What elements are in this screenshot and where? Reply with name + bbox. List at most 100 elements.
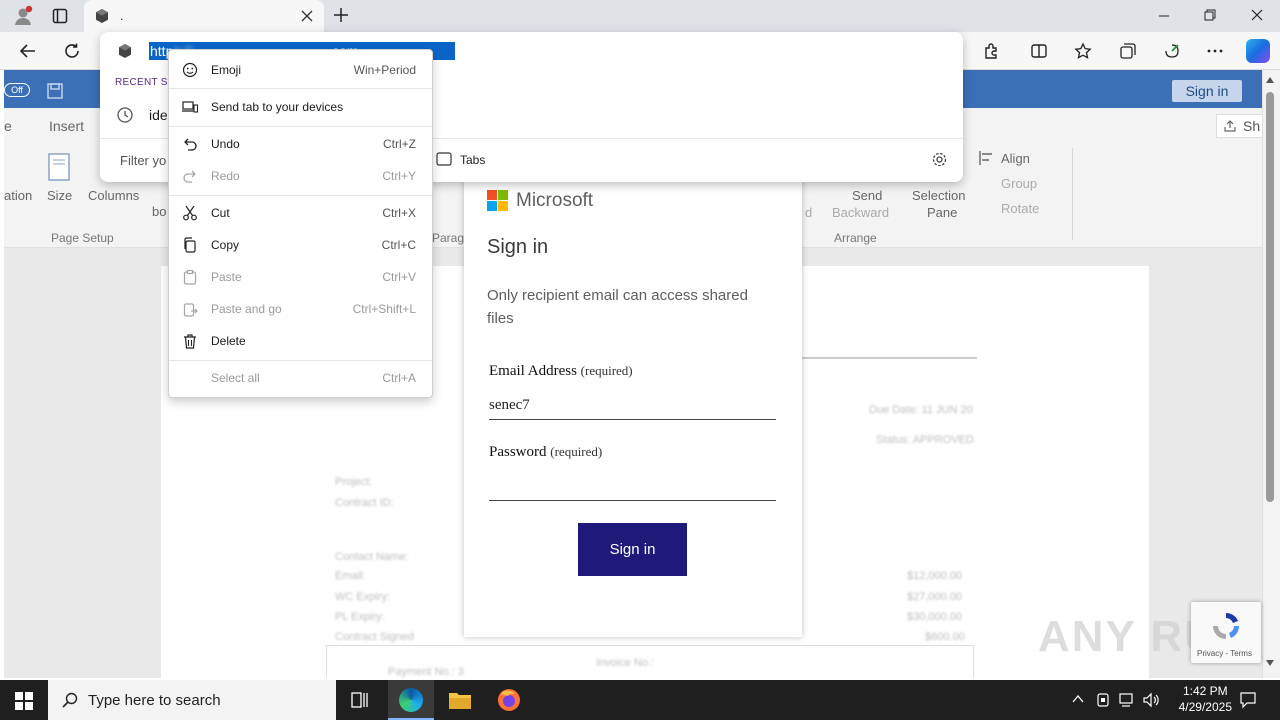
taskbar-clock[interactable]: 1:42 PM 4/29/2025	[1179, 683, 1232, 715]
doc-rule	[802, 357, 977, 359]
menu-item-copy[interactable]: Copy Ctrl+C	[169, 232, 432, 258]
recaptcha-badge[interactable]: Privacy - Terms	[1191, 602, 1261, 663]
ribbon-align[interactable]: Align	[1001, 151, 1030, 166]
favorites-icon[interactable]	[1069, 37, 1097, 65]
tab-title: .	[120, 9, 124, 23]
menu-item-paste[interactable]: Paste Ctrl+V	[169, 264, 432, 290]
recent-searches-header: RECENT SE	[115, 77, 175, 88]
network-icon[interactable]	[1118, 692, 1136, 708]
history-suggestion[interactable]: ide	[149, 107, 168, 123]
ribbon-selection-pane-1[interactable]: Selection	[912, 188, 965, 203]
context-menu: Emoji Win+Period Send tab to your device…	[168, 49, 433, 398]
tab-close-icon[interactable]	[300, 9, 314, 23]
more-options-icon[interactable]	[1201, 37, 1229, 65]
menu-shortcut: Ctrl+Z	[383, 137, 416, 151]
tabs-filter-chip[interactable]: Tabs	[460, 153, 485, 167]
save-icon[interactable]	[46, 82, 64, 100]
menu-item-emoji[interactable]: Emoji Win+Period	[169, 57, 432, 83]
doc-contract-id: Contract ID:	[335, 497, 394, 509]
split-screen-icon[interactable]	[1025, 37, 1053, 65]
doc-invoice-no: Invoice No.:	[596, 657, 655, 669]
browser-essentials-icon[interactable]	[1158, 37, 1186, 65]
menu-item-redo[interactable]: Redo Ctrl+Y	[169, 163, 432, 189]
task-view-icon[interactable]	[350, 690, 370, 710]
signin-heading: Sign in	[487, 236, 549, 258]
new-tab-icon[interactable]	[333, 7, 349, 23]
menu-label: Undo	[211, 137, 240, 151]
doc-project: Project:	[335, 476, 373, 488]
file-explorer-icon[interactable]	[448, 690, 472, 710]
tray-device-icon[interactable]	[1096, 692, 1110, 708]
word-sign-in-button[interactable]: Sign in	[1172, 80, 1242, 102]
ribbon-tab-partial[interactable]: e	[4, 118, 12, 134]
back-icon[interactable]	[14, 37, 42, 65]
menu-label: Copy	[211, 238, 240, 252]
menu-item-paste-and-go[interactable]: Paste and go Ctrl+Shift+L	[169, 296, 432, 322]
clock-date: 4/29/2025	[1178, 700, 1232, 714]
email-required: (required)	[580, 363, 633, 378]
menu-item-send-tab[interactable]: Send tab to your devices	[169, 94, 432, 120]
ribbon-send-backward-1[interactable]: Send	[852, 188, 882, 203]
ribbon-breaks-label[interactable]: bo	[152, 204, 166, 219]
ribbon-tab-insert[interactable]: Insert	[49, 118, 84, 134]
refresh-icon[interactable]	[58, 37, 86, 65]
menu-label: Paste and go	[211, 302, 282, 316]
menu-item-select-all[interactable]: Select all Ctrl+A	[169, 365, 432, 391]
tab-actions-icon[interactable]	[52, 8, 68, 24]
copy-icon	[169, 237, 211, 253]
settings-gear-icon[interactable]	[931, 151, 948, 168]
site-info-cube-icon[interactable]	[117, 43, 133, 59]
browser-tab[interactable]: .	[84, 0, 324, 32]
copilot-icon[interactable]	[1246, 39, 1270, 63]
align-icon	[978, 150, 996, 166]
scrollbar-thumb[interactable]	[1266, 92, 1274, 502]
menu-label: Send tab to your devices	[211, 100, 344, 114]
tray-chevron-icon[interactable]	[1072, 694, 1084, 704]
share-button[interactable]: Sh	[1216, 114, 1266, 138]
menu-item-cut[interactable]: Cut Ctrl+X	[169, 200, 432, 226]
doc-payment-no: Payment No.: 3	[388, 666, 464, 678]
doc-contact-name: Contact Name:	[335, 551, 409, 563]
ribbon-size-label[interactable]: Size	[47, 188, 72, 203]
minimize-icon[interactable]	[1158, 10, 1170, 22]
signin-submit-button[interactable]: Sign in	[578, 523, 687, 576]
menu-item-delete[interactable]: Delete	[169, 328, 432, 354]
password-field[interactable]	[489, 475, 776, 501]
recaptcha-terms[interactable]: Privacy - Terms	[1197, 649, 1252, 658]
ribbon-orientation-label[interactable]: ation	[4, 188, 32, 203]
devices-icon	[169, 100, 211, 114]
extensions-icon[interactable]	[977, 37, 1005, 65]
menu-shortcut: Ctrl+C	[381, 238, 416, 252]
scroll-up-icon[interactable]	[1265, 76, 1275, 84]
ribbon-bring-forward-partial[interactable]: d	[805, 205, 812, 220]
close-window-icon[interactable]	[1251, 9, 1263, 21]
menu-shortcut: Ctrl+X	[382, 206, 416, 220]
collections-icon[interactable]	[1114, 37, 1142, 65]
share-icon	[1224, 120, 1236, 132]
menu-label: Delete	[211, 334, 246, 348]
email-field[interactable]: senec7	[489, 394, 776, 420]
menu-separator	[169, 360, 432, 361]
restore-icon[interactable]	[1204, 9, 1216, 21]
ribbon-rotate[interactable]: Rotate	[1001, 201, 1039, 216]
ribbon-selection-pane-2[interactable]: Pane	[927, 205, 957, 220]
taskbar-edge-button[interactable]	[388, 680, 434, 720]
ribbon-divider	[1072, 148, 1073, 240]
taskbar-search-box[interactable]: Type here to search	[48, 680, 336, 720]
profile-icon[interactable]	[12, 5, 34, 27]
ribbon-group[interactable]: Group	[1001, 176, 1037, 191]
clock-time: 1:42 PM	[1182, 684, 1228, 698]
notifications-icon[interactable]	[1239, 691, 1257, 709]
size-icon	[47, 152, 73, 182]
filter-input[interactable]: Filter yo	[120, 153, 166, 168]
firefox-icon[interactable]	[497, 688, 521, 712]
ribbon-columns-label[interactable]: Columns	[88, 188, 139, 203]
scroll-down-icon[interactable]	[1265, 659, 1275, 667]
ribbon-send-backward-2[interactable]: Backward	[832, 205, 889, 220]
autosave-toggle[interactable]: Off	[4, 83, 30, 97]
windows-start-icon[interactable]	[15, 692, 33, 710]
emoji-icon	[169, 62, 211, 78]
undo-icon	[169, 137, 211, 151]
volume-icon[interactable]	[1142, 692, 1160, 708]
menu-item-undo[interactable]: Undo Ctrl+Z	[169, 131, 432, 157]
